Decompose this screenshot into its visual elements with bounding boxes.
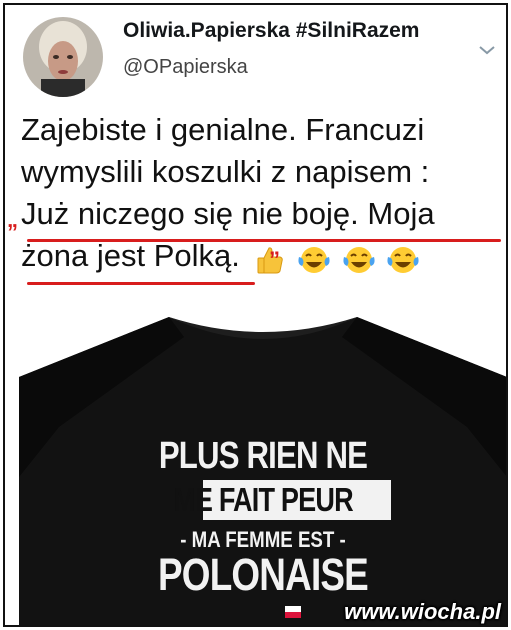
tweet-image[interactable]: PLUS RIEN NE ME FAIT PEUR - MA FEMME EST… [19, 317, 506, 625]
avatar[interactable] [23, 17, 103, 97]
poland-flag-icon [285, 605, 301, 618]
shirt-text-line: POLONAISE [158, 549, 369, 600]
tweet-line-highlighted: Już niczego się nie boję. Moja [21, 196, 435, 231]
user-handle[interactable]: @OPapierska [123, 56, 248, 79]
shirt-text-line: ME FAIT PEUR [173, 481, 353, 518]
tears-of-joy-icon [343, 246, 375, 273]
highlight-underline [27, 239, 501, 242]
tears-of-joy-icon [298, 246, 330, 273]
tweet-line: Zajebiste i genialne. Francuzi [21, 112, 425, 147]
tweet-line: wymyslili koszulki z napisem : [21, 154, 430, 189]
display-name[interactable]: Oliwia.Papierska #SilniRazem [123, 19, 419, 43]
closing-quote-mark: ” [269, 247, 280, 272]
opening-quote-mark: „ [7, 207, 18, 232]
shirt-text-line: PLUS RIEN NE [158, 435, 368, 477]
tweet-text: Zajebiste i genialne. Francuzi wymyslili… [21, 109, 506, 277]
chevron-down-icon[interactable] [478, 43, 496, 55]
watermark: www.wiocha.pl [344, 599, 501, 624]
highlight-underline [27, 282, 255, 285]
tweet-card: Oliwia.Papierska #SilniRazem @OPapierska… [3, 3, 508, 627]
tears-of-joy-icon [387, 246, 419, 273]
